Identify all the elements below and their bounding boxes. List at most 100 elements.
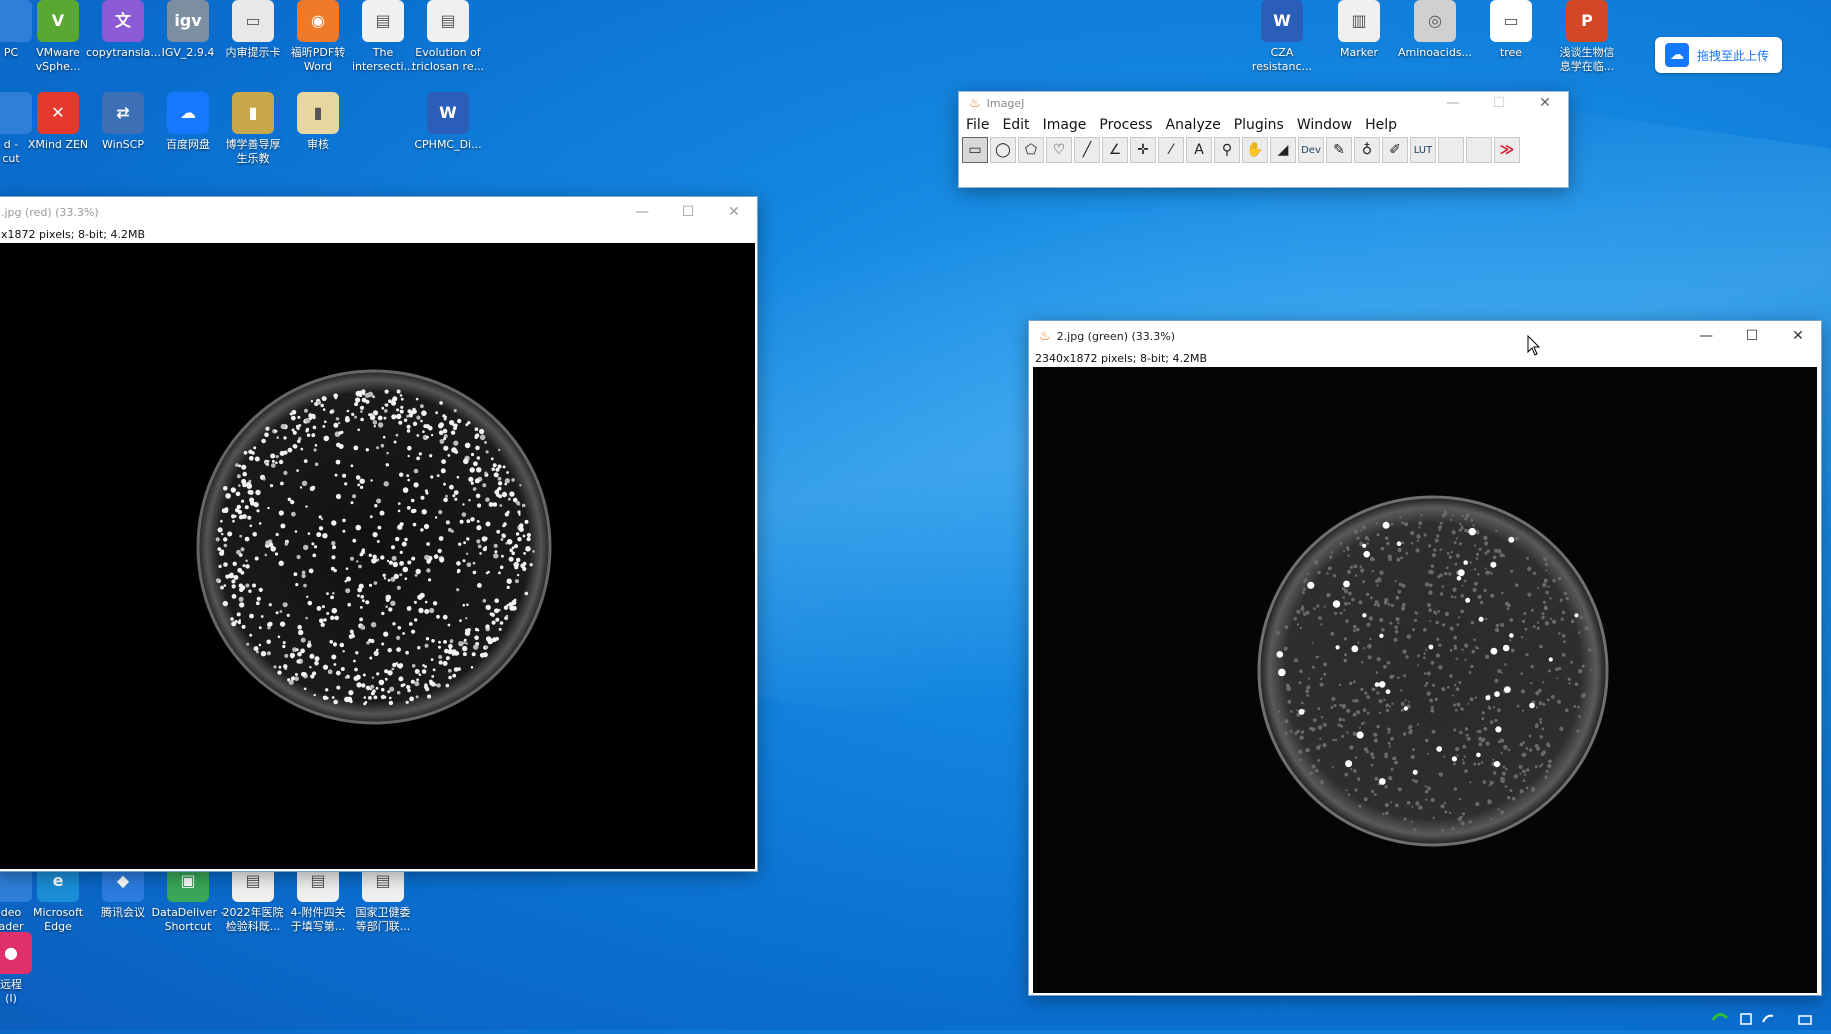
- blank-tool-1[interactable]: [1438, 137, 1464, 163]
- lut-menu-tool[interactable]: LUT: [1410, 137, 1436, 163]
- colony-dot: [1398, 582, 1403, 587]
- baidu-upload-button[interactable]: ☁ 拖拽至此上传: [1655, 37, 1782, 73]
- colony-dot: [240, 547, 245, 552]
- colony-dot: [1321, 779, 1324, 782]
- line-tool[interactable]: ╱: [1074, 137, 1100, 163]
- desktop-icon[interactable]: ◎ Aminoacids...: [1398, 0, 1472, 60]
- colony-dot: [239, 534, 243, 538]
- desktop-icon[interactable]: ▤ The intersecti...: [346, 0, 420, 74]
- colony-dot: [1374, 793, 1377, 796]
- colony-dot: [418, 673, 422, 676]
- brush-tool[interactable]: ✎: [1326, 137, 1352, 163]
- colony-dot: [344, 417, 350, 423]
- colony-dot: [346, 576, 351, 582]
- green-window-titlebar[interactable]: ♨ 2.jpg (green) (33.3%) — ☐ ✕: [1029, 321, 1821, 351]
- maximize-button[interactable]: ☐: [1476, 92, 1522, 114]
- red-window-titlebar[interactable]: .jpg (red) (33.3%) — ☐ ✕: [0, 197, 757, 227]
- desktop-icon[interactable]: ◉ 福昕PDF转 Word: [281, 0, 355, 74]
- menu-analyze[interactable]: Analyze: [1166, 117, 1221, 133]
- desktop-icon[interactable]: ▭ 内审提示卡: [216, 0, 290, 60]
- angle-tool[interactable]: ∠: [1102, 137, 1128, 163]
- menu-process[interactable]: Process: [1099, 117, 1152, 133]
- colony-dot: [1543, 557, 1548, 561]
- desktop-icon[interactable]: ▭ tree: [1474, 0, 1548, 60]
- text-tool[interactable]: A: [1186, 137, 1212, 163]
- red-close-button[interactable]: ✕: [711, 197, 757, 227]
- minimize-button[interactable]: —: [1430, 92, 1476, 114]
- colony-dot: [406, 429, 411, 433]
- flood-fill-tool[interactable]: ♁: [1354, 137, 1380, 163]
- menu-edit[interactable]: Edit: [1002, 117, 1029, 133]
- desktop-icon[interactable]: ✕ XMind ZEN: [21, 92, 95, 152]
- colony-dot: [1340, 724, 1343, 728]
- colony-dot: [1542, 582, 1547, 588]
- colony-dot: [357, 428, 361, 432]
- colony-dot: [378, 679, 385, 686]
- desktop-icon[interactable]: ▥ Marker: [1322, 0, 1396, 60]
- desktop-icon[interactable]: ▮ 博学善导厚 生乐教: [216, 92, 290, 166]
- colony-dot: [260, 651, 267, 657]
- menu-plugins[interactable]: Plugins: [1234, 117, 1284, 133]
- colony-dot: [1347, 554, 1350, 557]
- menu-image[interactable]: Image: [1043, 117, 1087, 133]
- colony-dot: [414, 669, 420, 674]
- colony-dot: [1484, 567, 1487, 570]
- menu-help[interactable]: Help: [1365, 117, 1397, 133]
- colony-dot: [482, 599, 487, 603]
- colony-dot: [400, 683, 404, 688]
- colony-dot: [316, 606, 322, 611]
- red-minimize-button[interactable]: —: [619, 197, 665, 227]
- desktop-icon[interactable]: 文 copytransla...: [86, 0, 161, 60]
- wand-tool[interactable]: ⁄: [1158, 137, 1184, 163]
- pencil-tool[interactable]: ✐: [1382, 137, 1408, 163]
- green-minimize-button[interactable]: —: [1683, 321, 1729, 351]
- point-tool[interactable]: ✛: [1130, 137, 1156, 163]
- colony-dot: [303, 672, 307, 676]
- desktop-icon[interactable]: ▮ 审核: [281, 92, 355, 152]
- desktop-icon[interactable]: ▤ Evolution of triclosan re...: [411, 0, 485, 74]
- red-image-canvas[interactable]: [0, 243, 755, 869]
- colony-dot: [443, 437, 447, 441]
- red-maximize-button[interactable]: ☐: [665, 197, 711, 227]
- oval-tool[interactable]: ◯: [990, 137, 1016, 163]
- imagej-titlebar[interactable]: ♨ ImageJ — ☐ ✕: [959, 92, 1568, 114]
- colony-dot: [523, 552, 526, 555]
- colony-dot: [1487, 800, 1491, 805]
- polygon-tool[interactable]: ⬠: [1018, 137, 1044, 163]
- desktop-icon[interactable]: V VMware vSphe...: [21, 0, 95, 74]
- colony-dot: [1426, 603, 1432, 608]
- colony-dot: [516, 573, 520, 577]
- colony-dot: [253, 646, 259, 652]
- desktop-icon[interactable]: ☁ 百度网盘: [151, 92, 225, 152]
- desktop-icon[interactable]: ⇄ WinSCP: [86, 92, 160, 152]
- colony-dot: [1538, 701, 1543, 706]
- magnifier-tool[interactable]: ⚲: [1214, 137, 1240, 163]
- close-button[interactable]: ✕: [1522, 92, 1568, 114]
- more-tools[interactable]: ≫: [1494, 137, 1520, 163]
- colony-dot: [1539, 644, 1543, 649]
- colony-dot: [413, 468, 419, 474]
- colony-dot: [436, 474, 440, 477]
- colony-dot: [309, 653, 315, 659]
- blank-tool-2[interactable]: [1466, 137, 1492, 163]
- menu-file[interactable]: File: [966, 117, 989, 133]
- desktop-icon[interactable]: W CPHMC_Di...: [411, 92, 485, 152]
- colony-dot: [220, 585, 224, 590]
- colony-dot: [355, 397, 361, 403]
- colony-dot: [331, 541, 336, 546]
- desktop-icon[interactable]: igv IGV_2.9.4: [151, 0, 225, 60]
- desktop-icon[interactable]: ● 远程 (I): [0, 932, 48, 1006]
- desktop-icon[interactable]: W CZA resistanc...: [1245, 0, 1319, 74]
- freehand-tool[interactable]: ♡: [1046, 137, 1072, 163]
- rectangle-tool[interactable]: ▭: [962, 137, 988, 163]
- hand-tool[interactable]: ✋: [1242, 137, 1268, 163]
- menu-window[interactable]: Window: [1297, 117, 1352, 133]
- green-image-canvas[interactable]: [1033, 367, 1817, 993]
- developer-menu-tool[interactable]: Dev: [1298, 137, 1324, 163]
- colony-dot: [291, 409, 297, 415]
- colony-dot: [399, 550, 403, 554]
- color-picker-tool[interactable]: ◢: [1270, 137, 1296, 163]
- desktop-icon[interactable]: P 浅谈生物信 息学在临...: [1550, 0, 1624, 74]
- green-close-button[interactable]: ✕: [1775, 321, 1821, 351]
- green-maximize-button[interactable]: ☐: [1729, 321, 1775, 351]
